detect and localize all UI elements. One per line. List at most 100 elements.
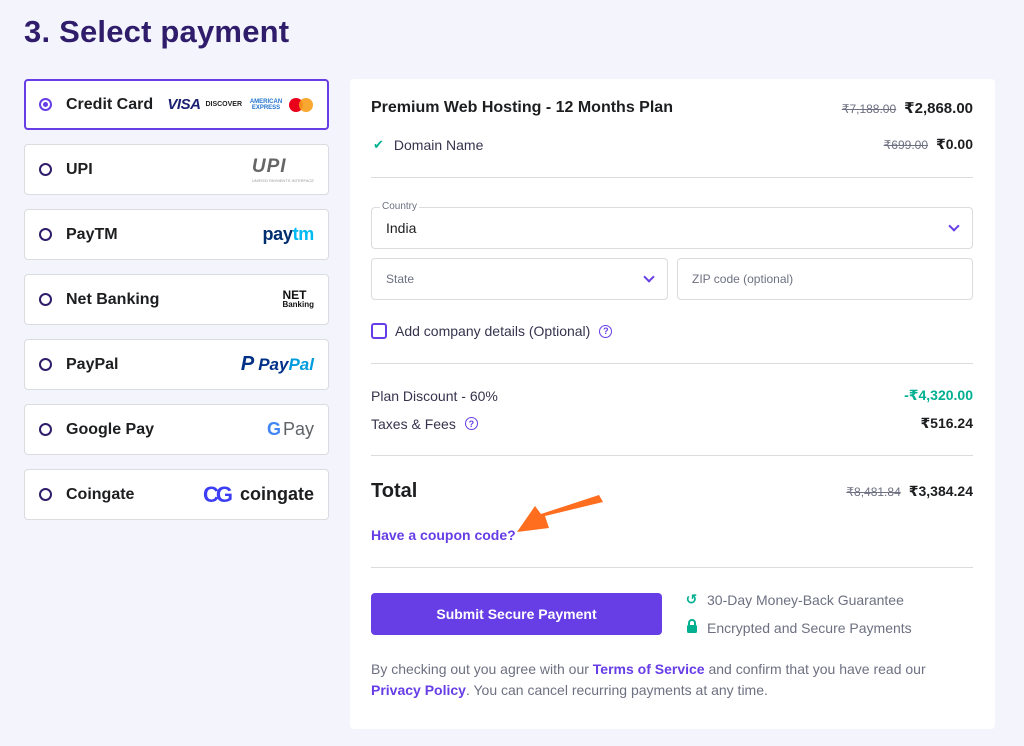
chevron-down-icon (643, 271, 655, 283)
radio-icon[interactable] (39, 163, 52, 176)
payment-method-google-pay[interactable]: Google Pay G Pay (24, 404, 329, 455)
method-label: UPI (66, 160, 93, 178)
state-select[interactable]: State (371, 258, 668, 300)
company-details-checkbox[interactable] (371, 323, 387, 339)
legal-text: By checking out you agree with our Terms… (371, 659, 951, 701)
zip-code-input[interactable]: ZIP code (optional) (677, 258, 973, 300)
paytm-logo-a: pay (262, 224, 293, 244)
method-label: Credit Card (66, 95, 154, 113)
help-icon[interactable]: ? (599, 324, 613, 338)
terms-of-service-link[interactable]: Terms of Service (593, 661, 705, 677)
company-details-label[interactable]: Add company details (Optional) (395, 323, 590, 339)
divider (371, 567, 973, 568)
plan-old-price: ₹7,188.00 (841, 102, 897, 116)
discount-label: Plan Discount - 60% (371, 387, 498, 404)
page-title: 3. Select payment (24, 14, 290, 49)
card-brands-logo: VISA DISCOVER AMERICAN EXPRESS (167, 96, 313, 113)
payment-method-paytm[interactable]: PayTM pay tm (24, 209, 329, 260)
country-label: Country (380, 201, 420, 212)
money-back-guarantee: ↺ 30-Day Money-Back Guarantee (685, 591, 904, 608)
net-banking-logo: NET Banking (282, 289, 314, 310)
radio-icon[interactable] (39, 293, 52, 306)
mastercard-icon (289, 97, 313, 112)
radio-icon[interactable] (39, 228, 52, 241)
method-label: Google Pay (66, 420, 155, 438)
order-summary-card: Premium Web Hosting - 12 Months Plan ₹7,… (350, 79, 995, 729)
chevron-down-icon (948, 220, 960, 232)
radio-icon[interactable] (39, 358, 52, 371)
legal-part-1: By checking out you agree with our (371, 661, 593, 677)
radio-icon[interactable] (39, 423, 52, 436)
refresh-clock-icon: ↺ (685, 591, 698, 607)
coingate-logo: CG coingate (203, 482, 314, 508)
taxes-value: ₹516.24 (920, 415, 973, 431)
total-price: ₹3,384.24 (908, 483, 973, 499)
state-placeholder: State (386, 272, 415, 286)
privacy-policy-link[interactable]: Privacy Policy (371, 682, 466, 698)
net-logo-b: Banking (282, 299, 314, 309)
coingate-logo-text: coingate (239, 484, 314, 504)
method-label: PayTM (66, 225, 118, 243)
payment-method-upi[interactable]: UPI UPI UNIFIED PAYMENTS INTERFACE (24, 144, 329, 195)
paypal-logo: P PayPal (241, 353, 314, 376)
paypal-logo-a: Pay (258, 354, 289, 374)
google-g-icon: G (266, 419, 281, 439)
plan-name: Premium Web Hosting - 12 Months Plan (371, 99, 673, 116)
domain-row: ✔ Domain Name ₹699.00 ₹0.00 (371, 136, 973, 153)
radio-icon[interactable] (39, 488, 52, 501)
secure-text: Encrypted and Secure Payments (707, 619, 912, 636)
divider (371, 363, 973, 364)
upi-logo-subtext: UNIFIED PAYMENTS INTERFACE (251, 178, 314, 183)
paytm-logo-b: tm (292, 224, 315, 244)
total-old-price: ₹8,481.84 (846, 485, 901, 499)
divider (371, 177, 973, 178)
country-value: India (386, 220, 417, 236)
amex-logo: AMERICAN EXPRESS (249, 98, 283, 111)
domain-old-price: ₹699.00 (883, 138, 928, 152)
submit-payment-button[interactable]: Submit Secure Payment (371, 593, 662, 635)
taxes-label: Taxes & Fees (371, 415, 456, 432)
country-select[interactable]: Country India (371, 201, 973, 249)
zip-placeholder: ZIP code (optional) (692, 272, 794, 286)
visa-logo: VISA (167, 96, 201, 113)
discount-row: Plan Discount - 60% -₹4,320.00 (371, 387, 973, 404)
plan-price: ₹2,868.00 (904, 100, 973, 117)
upi-logo: UPI UNIFIED PAYMENTS INTERFACE (252, 156, 314, 183)
google-pay-text: Pay (282, 419, 314, 439)
guarantee-text: 30-Day Money-Back Guarantee (707, 591, 904, 608)
payment-method-credit-card[interactable]: Credit Card VISA DISCOVER AMERICAN EXPRE… (24, 79, 329, 130)
method-label: PayPal (66, 355, 119, 373)
discount-value: -₹4,320.00 (904, 387, 973, 403)
domain-name-label: Domain Name (393, 136, 484, 153)
payment-methods-list: Credit Card VISA DISCOVER AMERICAN EXPRE… (24, 79, 329, 534)
paytm-logo: pay tm (262, 224, 314, 245)
taxes-row: Taxes & Fees ? ₹516.24 (371, 415, 973, 432)
help-icon[interactable]: ? (464, 417, 478, 430)
radio-selected-icon[interactable] (39, 98, 52, 111)
secure-payments: Encrypted and Secure Payments (685, 619, 912, 636)
paypal-logo-b: Pal (288, 354, 314, 374)
upi-logo-text: UPI (251, 156, 287, 177)
payment-method-net-banking[interactable]: Net Banking NET Banking (24, 274, 329, 325)
paypal-mark-icon: P (240, 353, 255, 375)
coupon-row: Have a coupon code? (371, 527, 973, 543)
company-details-row: Add company details (Optional) ? (371, 323, 973, 339)
total-label: Total (371, 480, 418, 502)
total-row: Total ₹8,481.84 ₹3,384.24 (371, 480, 973, 503)
domain-price: ₹0.00 (936, 136, 973, 152)
method-label: Coingate (66, 485, 135, 503)
legal-part-2: and confirm that you have read our (704, 661, 926, 677)
legal-part-3: . You can cancel recurring payments at a… (465, 682, 768, 698)
divider (371, 455, 973, 456)
payment-method-paypal[interactable]: PayPal P PayPal (24, 339, 329, 390)
annotation-arrow-icon (517, 495, 603, 532)
discover-logo: DISCOVER (205, 101, 242, 108)
checkmark-icon: ✔ (373, 136, 384, 152)
coupon-code-link[interactable]: Have a coupon code? (371, 527, 516, 543)
plan-row: Premium Web Hosting - 12 Months Plan ₹7,… (371, 99, 973, 117)
payment-method-coingate[interactable]: Coingate CG coingate (24, 469, 329, 520)
google-pay-logo: G Pay (267, 419, 314, 440)
coingate-mark-icon: CG (202, 481, 233, 507)
lock-icon (685, 619, 698, 636)
method-label: Net Banking (66, 290, 160, 308)
